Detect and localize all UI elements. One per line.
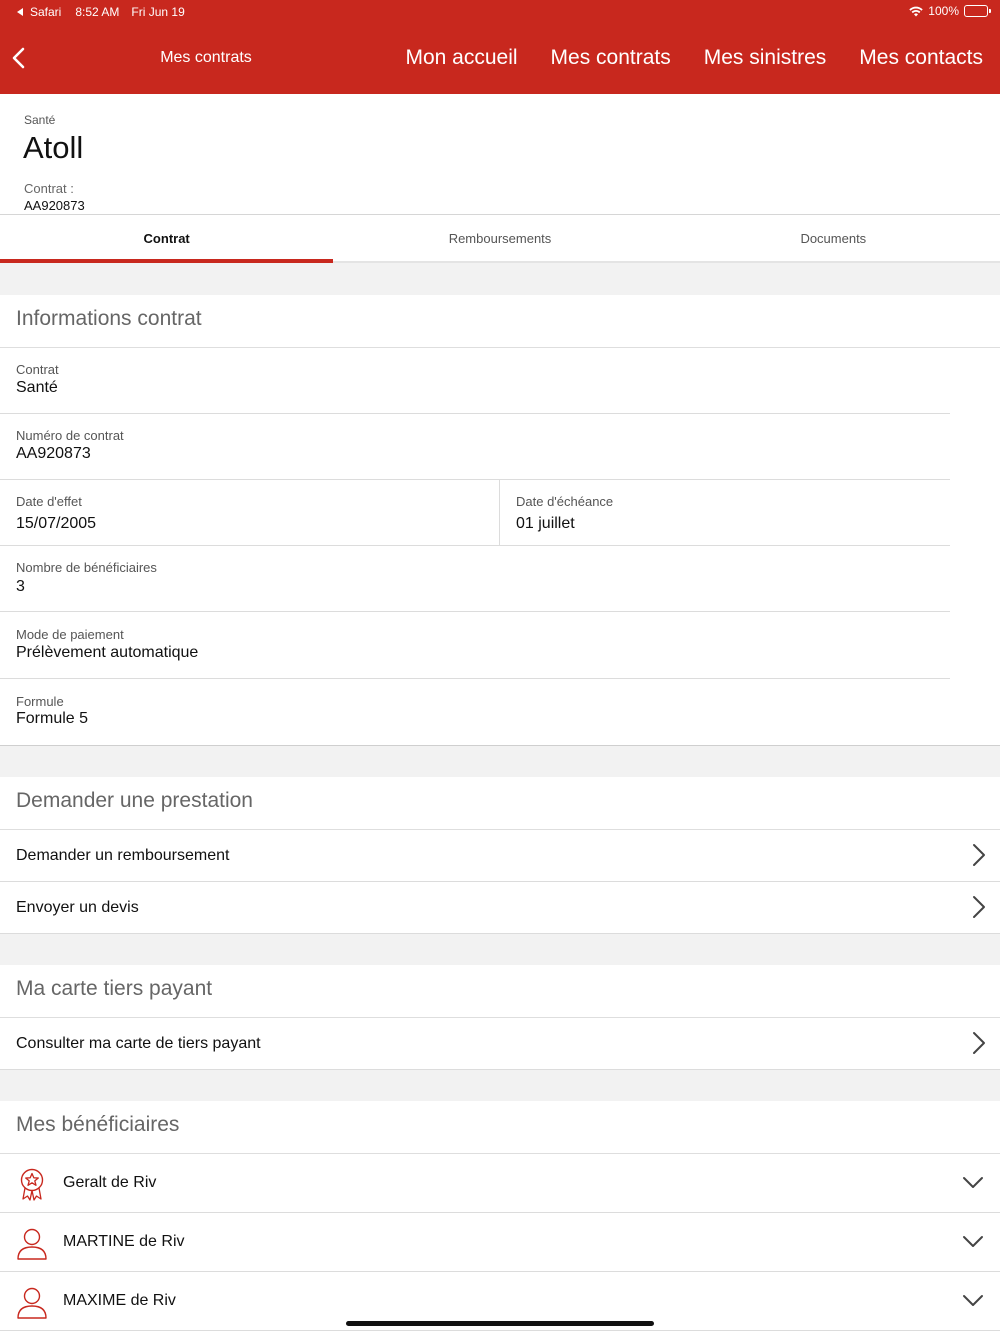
action-label: Envoyer un devis [16,899,139,916]
page-title: Mes contrats [160,49,252,66]
battery-icon [964,5,991,17]
beneficiary-name: Geralt de Riv [63,1174,157,1191]
field-label: Contrat [16,362,59,377]
action-demander-remboursement[interactable]: Demander un remboursement [0,830,1000,882]
field-dates: Date d'effet 15/07/2005 Date d'échéance … [0,480,1000,546]
status-bar: Safari 8:52 AM Fri Jun 19 100% [0,0,1000,24]
field-mode-paiement: Mode de paiement Prélèvement automatique [0,613,1000,679]
field-label: Date d'effet [16,494,82,509]
contract-category: Santé [24,113,56,127]
action-label: Consulter ma carte de tiers payant [16,1035,261,1052]
section-title-informations: Informations contrat [0,295,1000,348]
field-label: Date d'échéance [516,494,614,509]
chevron-down-icon[interactable] [962,1176,984,1190]
contract-number: AA920873 [24,198,85,213]
section-gap [0,934,1000,965]
back-to-app-icon[interactable] [17,8,23,16]
battery-percent: 100% [928,4,959,18]
beneficiary-row[interactable]: Geralt de Riv [0,1154,1000,1213]
action-consulter-carte[interactable]: Consulter ma carte de tiers payant [0,1018,1000,1070]
section-gap [0,1070,1000,1101]
beneficiary-row[interactable]: MARTINE de Riv [0,1213,1000,1272]
award-icon [20,1168,44,1201]
contract-number-label: Contrat : [24,181,74,196]
action-envoyer-devis[interactable]: Envoyer un devis [0,882,1000,934]
nav-mes-contrats[interactable]: Mes contrats [551,46,671,70]
field-value: Santé [16,379,58,396]
chevron-down-icon[interactable] [962,1235,984,1249]
beneficiary-name: MARTINE de Riv [63,1233,185,1250]
nav-mes-sinistres[interactable]: Mes sinistres [704,46,827,70]
tab-bar: Contrat Remboursements Documents [0,215,1000,263]
section-gap [0,263,1000,295]
beneficiary-name: MAXIME de Riv [63,1292,176,1309]
chevron-down-icon[interactable] [962,1294,984,1308]
contract-name: Atoll [23,130,84,165]
user-icon [17,1228,47,1260]
back-app-label[interactable]: Safari [30,5,61,19]
back-chevron-icon[interactable] [8,44,32,72]
field-value: 15/07/2005 [16,515,97,532]
section-gap [0,746,1000,777]
home-indicator[interactable] [346,1321,654,1326]
field-contrat: Contrat Santé [0,348,1000,414]
section-title-prestation: Demander une prestation [0,777,1000,830]
top-navigation: Mon accueil Mes contrats Mes sinistres M… [405,46,983,70]
field-nombre-beneficiaires: Nombre de bénéficiaires 3 [0,546,1000,612]
section-title-tiers-payant: Ma carte tiers payant [0,965,1000,1018]
nav-mon-accueil[interactable]: Mon accueil [405,46,517,70]
contract-header: Santé Atoll Contrat : AA920873 [0,94,1000,215]
field-formule: Formule Formule 5 [0,680,1000,746]
field-label: Mode de paiement [16,627,124,642]
field-label: Nombre de bénéficiaires [16,560,157,575]
wifi-icon [909,6,923,16]
tab-contrat[interactable]: Contrat [0,215,334,263]
chevron-right-icon [973,1032,985,1054]
field-label: Numéro de contrat [16,428,124,443]
chevron-right-icon [973,896,985,918]
tab-documents[interactable]: Documents [667,215,1000,261]
status-time: 8:52 AM [75,5,120,19]
field-value: 3 [16,578,25,595]
field-value: 01 juillet [516,515,575,532]
chevron-right-icon [973,844,985,866]
status-date: Fri Jun 19 [131,5,185,19]
divider [499,480,500,546]
field-label: Formule [16,694,64,709]
field-value: AA920873 [16,445,91,462]
field-value: Formule 5 [16,710,89,727]
nav-mes-contacts[interactable]: Mes contacts [859,46,983,70]
action-label: Demander un remboursement [16,847,230,864]
field-numero-contrat: Numéro de contrat AA920873 [0,414,1000,480]
section-title-beneficiaires: Mes bénéficiaires [0,1101,1000,1154]
tab-remboursements[interactable]: Remboursements [333,215,666,261]
user-icon [17,1287,47,1319]
field-value: Prélèvement automatique [16,644,199,661]
app-header: Safari 8:52 AM Fri Jun 19 100% Mes contr… [0,0,1000,94]
